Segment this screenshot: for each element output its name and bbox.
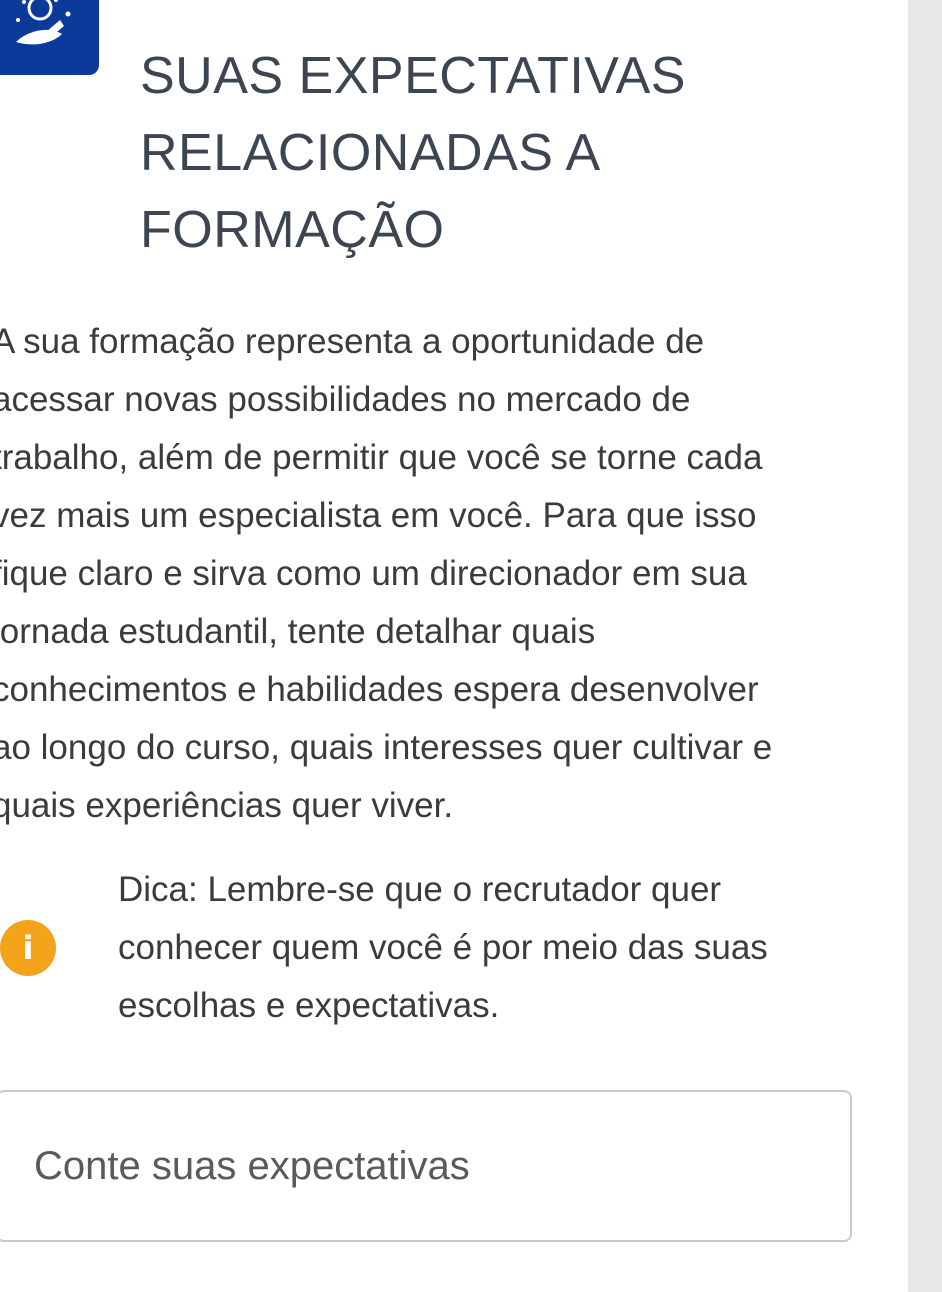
intro-paragraph: A sua formação representa a oportunidade… xyxy=(0,313,872,835)
page-title: SUAS EXPECTATIVAS RELACIONADAS A FORMAÇÃ… xyxy=(140,38,840,269)
intro-line: ao longo do curso, quais interesses quer… xyxy=(0,728,773,767)
page-background-rail xyxy=(908,0,942,1292)
intro-line: vez mais um especialista em você. Para q… xyxy=(0,496,757,535)
astronaut-thinking-icon xyxy=(16,0,71,45)
intro-line: fique claro e sirva como um direcionador… xyxy=(0,554,747,593)
intro-line: jornada estudantil, tente detalhar quais xyxy=(0,612,596,651)
intro-line: trabalho, além de permitir que você se t… xyxy=(0,438,763,477)
section-badge xyxy=(0,0,99,75)
title-line: RELACIONADAS A xyxy=(140,124,601,182)
title-line: SUAS EXPECTATIVAS xyxy=(140,47,686,105)
content-card: SUAS EXPECTATIVAS RELACIONADAS A FORMAÇÃ… xyxy=(0,0,908,1292)
info-icon: i xyxy=(0,920,56,976)
title-line: FORMAÇÃO xyxy=(140,201,445,259)
intro-line: acessar novas possibilidades no mercado … xyxy=(0,380,691,419)
intro-line: conhecimentos e habilidades espera desen… xyxy=(0,670,759,709)
tip-line: Dica: Lembre-se que o recrutador quer xyxy=(118,870,722,909)
intro-line: A sua formação representa a oportunidade… xyxy=(0,322,705,361)
expectations-input[interactable] xyxy=(0,1090,852,1242)
tip-line: conhecer quem você é por meio das suas xyxy=(118,928,768,967)
intro-line: quais experiências quer viver. xyxy=(0,786,454,825)
tip-paragraph: Dica: Lembre-se que o recrutador quer co… xyxy=(118,861,858,1035)
tip-line: escolhas e expectativas. xyxy=(118,986,500,1025)
